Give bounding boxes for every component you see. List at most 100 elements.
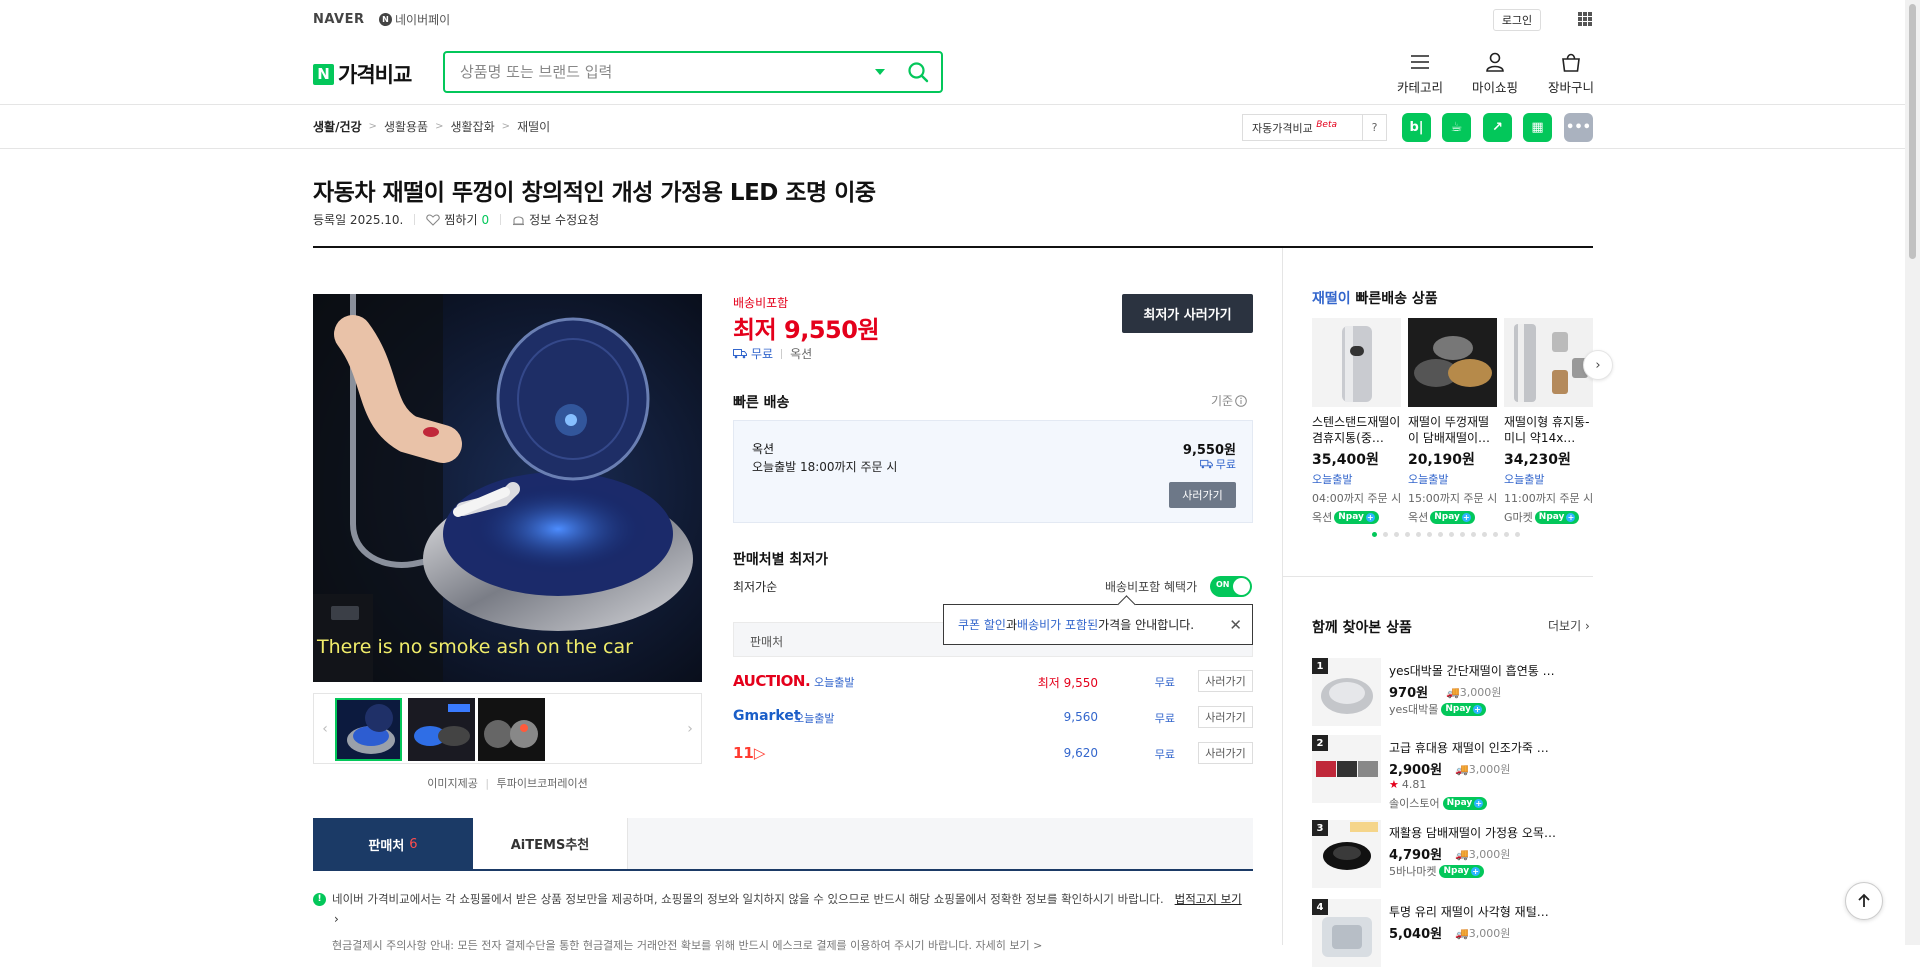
seller-row[interactable]: Gmarket 오늘출발 9,560 무료 사러가기 [733,700,1253,735]
wishlist-button[interactable]: 찜하기 0 [426,211,489,228]
fast-product-card[interactable]: 스텐스탠드재떨이겸휴지통(중… 35,400원 오늘출발 04:00까지 주문 … [1312,318,1401,525]
carousel-dot[interactable] [1515,532,1520,537]
cart-menu[interactable]: 장바구니 [1541,51,1601,96]
carousel-dot[interactable] [1460,532,1465,537]
naver-pay-link[interactable]: N 네이버페이 [379,11,450,28]
seller-column-header: 판매처 [750,635,784,649]
carousel-pagination [1372,532,1520,537]
seller-price: 9,560 [1063,710,1098,724]
tab-sellers[interactable]: 판매처 6 [313,818,473,871]
product-thumbnail [1312,318,1401,407]
share-more-button[interactable]: ••• [1564,113,1593,142]
carousel-dot[interactable] [1482,532,1487,537]
menu-icon [1411,55,1429,69]
search-button[interactable] [903,57,933,87]
carousel-dot[interactable] [1427,532,1432,537]
scroll-to-top-button[interactable] [1845,882,1883,920]
product-thumbnail [1408,318,1497,407]
benefit-price-toggle[interactable]: ON [1210,576,1252,597]
tab-aitems[interactable]: AiTEMS추천 [473,818,628,869]
together-item[interactable]: 2 고급 휴대용 재떨이 인조가죽 … 2,900원 🚚3,000원 ★ 4.81… [1312,735,1602,810]
fast-delivery-buy-button[interactable]: 사러가기 [1169,482,1236,508]
breadcrumb-separator: > [435,121,444,132]
carousel-dot[interactable] [1449,532,1454,537]
help-icon[interactable]: ? [1362,115,1386,140]
truck-icon [733,349,747,359]
seller-row[interactable]: 11▷ 9,620 무료 사러가기 [733,736,1253,771]
thumbnail-1[interactable] [335,698,402,761]
thumbnail-3[interactable] [478,698,545,761]
tooltip-mid1: 과 [1005,618,1018,632]
together-item[interactable]: 1 yes대박몰 간단재떨이 흡연통 … 970원 🚚3,000원 yes대박몰… [1312,658,1602,726]
thumbnail-prev-button[interactable]: ‹ [314,694,336,763]
fast-product-card[interactable]: 재떨이형 휴지통-미니 약14x… 34,230원 오늘출발 11:00까지 주… [1504,318,1593,525]
carousel-dot[interactable] [1471,532,1476,537]
carousel-dot[interactable] [1416,532,1421,537]
registered-date: 등록일 2025.10. [313,213,404,227]
carousel-dot[interactable] [1383,532,1388,537]
breadcrumb: 생활/건강 > 생활용품 > 생활잡화 > 재떨이 [313,118,550,135]
share-modoo-button[interactable]: ▦ [1523,113,1552,142]
scrollbar-thumb[interactable] [1909,4,1916,259]
product-thumbnail [1504,318,1593,407]
product-price: 2,900원 [1389,763,1443,778]
product-mall-name: 옥션 [1408,511,1429,524]
column-divider [1282,248,1283,945]
together-more-link[interactable]: 더보기 › [1548,617,1590,634]
login-button[interactable]: 로그인 [1493,9,1541,31]
seller-buy-button[interactable]: 사러가기 [1198,670,1253,692]
naver-logo[interactable]: NAVER [313,12,365,27]
category-menu[interactable]: 카테고리 [1390,51,1450,96]
auto-compare-button[interactable]: 자동가격비교 Beta ? [1242,114,1387,141]
search-dropdown-icon[interactable] [875,69,885,75]
together-item[interactable]: 3 재활용 담배재떨이 가정용 오목… 4,790원 🚚3,000원 5바나마켓… [1312,820,1602,888]
seller-tag: 오늘출발 [814,676,855,689]
product-shipping: 🚚3,000원 [1455,927,1511,940]
price-compare-logo[interactable]: N 가격비교 [313,59,412,89]
fast-product-card[interactable]: 재떨이 뚜껑재떨이 담배재떨이… 20,190원 오늘출발 15:00까지 주문… [1408,318,1497,525]
carousel-dot[interactable] [1394,532,1399,537]
breadcrumb-item[interactable]: 생활/건강 [313,118,362,135]
seller-row[interactable]: AUCTION. 오늘출발 최저 9,550 무료 사러가기 [733,664,1253,699]
carousel-next-button[interactable]: › [1583,350,1613,380]
notice-text: 네이버 가격비교에서는 각 쇼핑몰에서 받은 상품 정보만을 제공하며, 쇼핑몰… [332,892,1164,906]
my-shopping-menu[interactable]: 마이쇼핑 [1465,51,1525,96]
fast-delivery-seller: 옥션 [752,442,775,456]
rank-badge: 2 [1312,735,1328,751]
product-main-image[interactable] [313,294,702,682]
seller-buy-button[interactable]: 사러가기 [1198,706,1253,728]
edit-request-link[interactable]: 정보 수정요청 [512,211,599,228]
share-cafe-button[interactable]: ☕ [1442,113,1471,142]
breadcrumb-item[interactable]: 생활용품 [384,118,428,135]
share-band-button[interactable]: ↗ [1483,113,1512,142]
carousel-dot[interactable] [1405,532,1410,537]
naver-pay-icon: N [379,13,392,26]
legal-notice-link[interactable]: 법적고지 보기 [1175,891,1242,907]
more-icon: ••• [1566,120,1591,135]
product-mall: 5바나마켓 Npay + [1389,863,1485,879]
carousel-dot[interactable] [1372,532,1377,537]
search-input[interactable] [460,63,875,81]
breadcrumb-separator: > [368,121,377,132]
breadcrumb-item[interactable]: 재떨이 [517,118,550,135]
apps-grid-icon[interactable] [1578,12,1592,26]
together-item[interactable]: 4 투명 유리 재떨이 사각형 재털… 5,040원 🚚3,000원 [1312,899,1602,967]
chevron-right-icon[interactable]: › [334,912,339,926]
thumbnail-2[interactable] [408,698,475,761]
breadcrumb-item[interactable]: 생활잡화 [451,118,495,135]
seller-buy-button[interactable]: 사러가기 [1198,742,1253,764]
carousel-dot[interactable] [1438,532,1443,537]
lowest-price-label: 최저 [733,316,777,344]
thumbnail-next-button[interactable]: › [679,694,701,763]
share-blog-button[interactable]: b| [1402,113,1431,142]
buy-lowest-button[interactable]: 최저가 사러가기 [1122,294,1253,333]
close-icon[interactable]: ✕ [1229,616,1242,634]
sort-lowest-option[interactable]: 최저가순 [733,578,777,595]
seller-price: 최저 9,550 [1037,676,1098,690]
page-scrollbar[interactable] [1905,0,1920,945]
carousel-dot[interactable] [1493,532,1498,537]
truck-icon [1199,459,1213,469]
seller-price: 9,620 [1063,746,1098,760]
fast-delivery-basis[interactable]: 기준 [1211,392,1247,409]
carousel-dot[interactable] [1504,532,1509,537]
